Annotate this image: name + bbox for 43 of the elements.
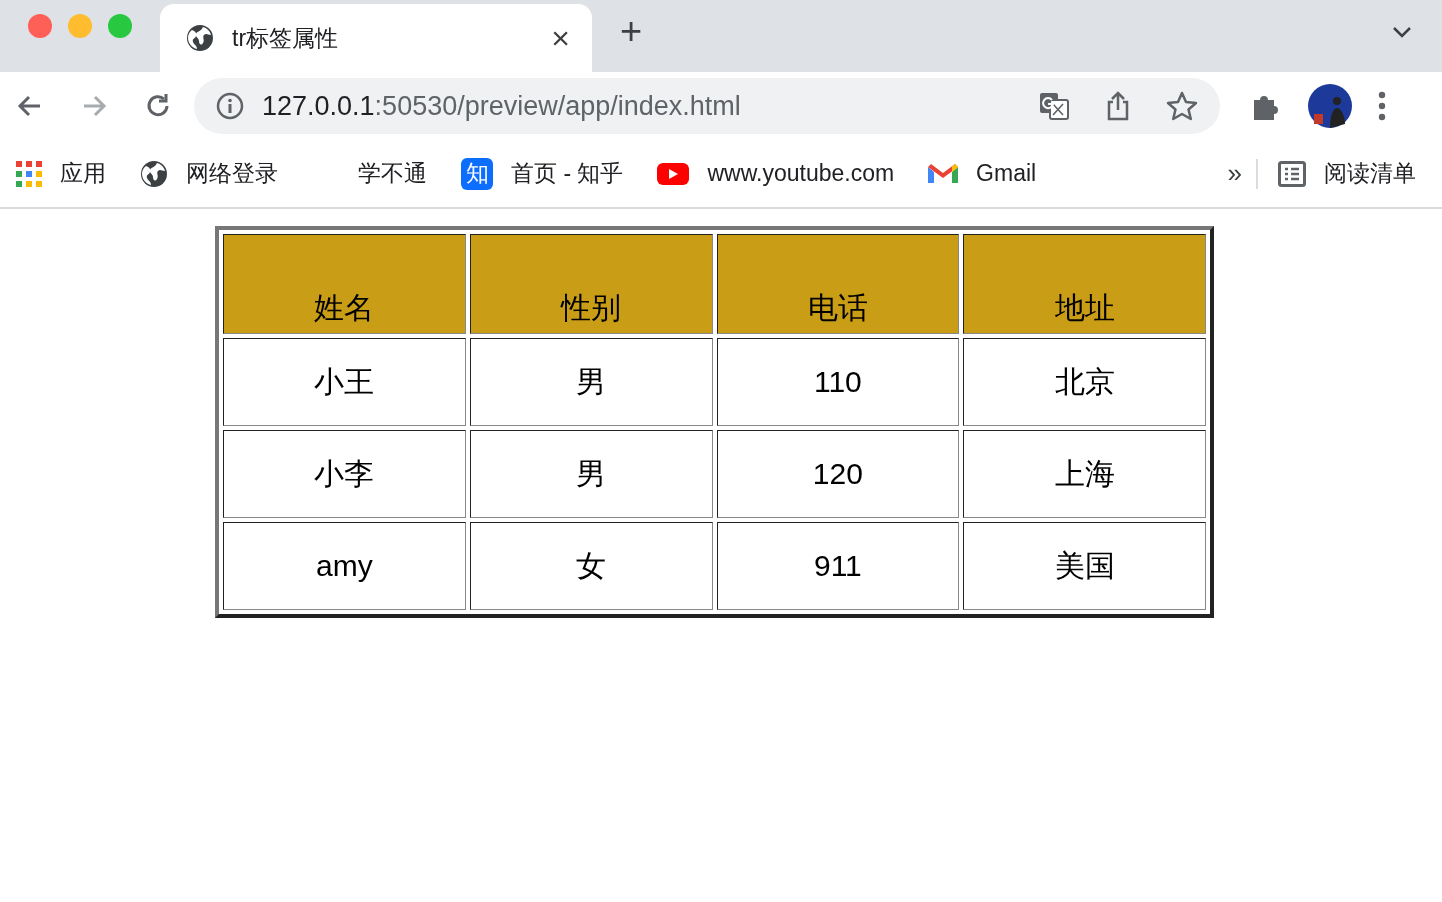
- table-cell: 北京: [963, 338, 1206, 426]
- globe-icon: [186, 24, 214, 52]
- globe-icon: [140, 159, 168, 188]
- more-bookmarks-button[interactable]: »: [1227, 158, 1242, 189]
- mail-icon: [928, 162, 959, 185]
- url-path: :50530/preview/app/index.html: [374, 90, 741, 122]
- bookmark-link[interactable]: 网络登录: [186, 158, 278, 189]
- browser-tab[interactable]: tr标签属性 ×: [160, 4, 592, 72]
- table-cell: 美国: [963, 522, 1206, 610]
- reading-list-link[interactable]: 阅读清单: [1324, 158, 1416, 189]
- url-host: 127.0.0.1: [262, 90, 375, 122]
- zhihu-logo-icon: 知: [461, 157, 493, 190]
- table-cell: 110: [716, 338, 960, 426]
- translate-icon[interactable]: [1038, 90, 1070, 122]
- column-header: 地址: [963, 234, 1206, 334]
- star-icon[interactable]: [1166, 90, 1198, 122]
- table-cell: 男: [469, 430, 713, 518]
- table-cell: 女: [469, 522, 713, 610]
- column-header: 姓名: [223, 234, 466, 334]
- tab-close-button[interactable]: ×: [551, 22, 570, 54]
- video-play-icon: [657, 162, 690, 185]
- table-cell: amy: [223, 522, 466, 610]
- chevron-down-icon[interactable]: [1392, 26, 1412, 38]
- bookmark-link[interactable]: 首页 - 知乎: [511, 158, 624, 189]
- new-tab-button[interactable]: +: [620, 12, 643, 50]
- table-cell: 911: [716, 522, 960, 610]
- bookmark-link[interactable]: 学不通: [358, 158, 427, 189]
- bookmark-link[interactable]: 应用: [60, 158, 106, 189]
- address-bar[interactable]: 127.0.0.1:50530/preview/app/index.html: [194, 78, 1220, 134]
- column-header: 性别: [469, 234, 713, 334]
- info-icon[interactable]: [216, 92, 244, 120]
- table-cell: 男: [469, 338, 713, 426]
- bookmark-link[interactable]: www.youtube.com: [707, 160, 895, 187]
- avatar[interactable]: [1308, 84, 1352, 128]
- bookmark-link[interactable]: Gmail: [976, 160, 1037, 187]
- table-cell: 120: [716, 430, 960, 518]
- more-options-icon[interactable]: [1378, 91, 1386, 121]
- column-header: 电话: [716, 234, 960, 334]
- table-cell: 小王: [223, 338, 466, 426]
- table-cell: 小李: [223, 430, 466, 518]
- table-cell: 上海: [963, 430, 1206, 518]
- apps-grid-icon: [16, 160, 42, 187]
- list-icon[interactable]: [1278, 160, 1306, 187]
